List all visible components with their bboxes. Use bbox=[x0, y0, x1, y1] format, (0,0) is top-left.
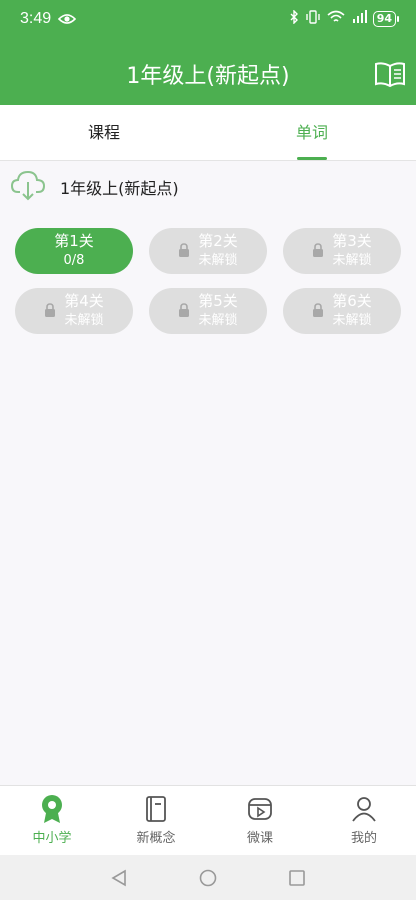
level-grid: 第1关 0/8 第2关 未解锁 第3关 未解锁 第4关 未解锁 第5关 未解锁 第6关 未解锁 bbox=[15, 228, 401, 334]
level-text: 第4关未解锁 bbox=[64, 292, 104, 330]
tab-course[interactable]: 课程 bbox=[0, 105, 208, 160]
notebook-icon bbox=[146, 796, 166, 822]
level-button[interactable]: 第4关未解锁 bbox=[15, 288, 133, 334]
lock-icon bbox=[44, 302, 56, 321]
level-name: 第2关 bbox=[198, 232, 238, 250]
level-status: 未解锁 bbox=[332, 253, 372, 268]
level-button[interactable]: 第6关未解锁 bbox=[283, 288, 401, 334]
status-time: 3:49 bbox=[20, 10, 52, 27]
level-name: 第6关 bbox=[332, 292, 372, 310]
level-text: 第6关未解锁 bbox=[332, 292, 372, 330]
nav-primary-school[interactable]: 中小学 bbox=[0, 786, 104, 856]
level-button[interactable]: 第2关未解锁 bbox=[149, 228, 267, 274]
tab-words-label: 单词 bbox=[295, 123, 328, 142]
nav-label: 我的 bbox=[350, 831, 377, 846]
home-icon[interactable] bbox=[199, 869, 217, 887]
lock-icon bbox=[312, 242, 324, 261]
level-status: 未解锁 bbox=[198, 313, 238, 328]
tab-indicator bbox=[297, 157, 327, 160]
level-status: 未解锁 bbox=[332, 313, 372, 328]
level-button[interactable]: 第1关 0/8 bbox=[15, 228, 133, 274]
badge-icon bbox=[42, 795, 62, 823]
level-text: 第5关未解锁 bbox=[198, 292, 238, 330]
nav-label: 新概念 bbox=[136, 831, 176, 846]
signal-icon bbox=[351, 9, 367, 28]
lock-icon bbox=[178, 302, 190, 321]
level-button[interactable]: 第5关未解锁 bbox=[149, 288, 267, 334]
video-icon bbox=[248, 798, 272, 820]
tab-bar: 课程 单词 bbox=[0, 105, 416, 161]
recents-icon[interactable] bbox=[288, 869, 306, 887]
lock-icon bbox=[178, 242, 190, 261]
level-text: 第2关未解锁 bbox=[198, 232, 238, 270]
tab-words[interactable]: 单词 bbox=[208, 105, 416, 160]
page-title: 1年级上(新起点) bbox=[126, 64, 290, 89]
level-status: 未解锁 bbox=[64, 313, 104, 328]
person-icon bbox=[352, 797, 376, 822]
tab-course-label: 课程 bbox=[87, 123, 120, 142]
back-icon[interactable] bbox=[110, 869, 128, 887]
battery-indicator: 94 bbox=[372, 10, 400, 27]
status-bar: 3:49 94 bbox=[0, 0, 416, 40]
eye-icon bbox=[57, 11, 77, 30]
level-status: 0/8 bbox=[63, 253, 85, 268]
book-name: 1年级上(新起点) bbox=[60, 179, 179, 198]
level-text: 第3关未解锁 bbox=[332, 232, 372, 270]
book-icon[interactable] bbox=[374, 60, 406, 92]
system-nav-bar bbox=[0, 855, 416, 900]
level-name: 第5关 bbox=[198, 292, 238, 310]
level-button[interactable]: 第3关未解锁 bbox=[283, 228, 401, 274]
bottom-nav: 中小学 新概念 微课 我的 bbox=[0, 785, 416, 856]
nav-micro-lesson[interactable]: 微课 bbox=[208, 786, 312, 856]
level-name: 第3关 bbox=[332, 232, 372, 250]
wifi-icon bbox=[327, 9, 345, 28]
level-name: 第1关 bbox=[54, 232, 94, 250]
nav-new-concept[interactable]: 新概念 bbox=[104, 786, 208, 856]
level-text: 第1关 0/8 bbox=[54, 232, 94, 270]
cloud-download-icon[interactable] bbox=[10, 168, 46, 206]
level-name: 第4关 bbox=[64, 292, 104, 310]
lock-icon bbox=[312, 302, 324, 321]
nav-label: 中小学 bbox=[32, 831, 72, 846]
bluetooth-icon bbox=[289, 9, 299, 28]
nav-label: 微课 bbox=[246, 831, 273, 846]
level-status: 未解锁 bbox=[198, 253, 238, 268]
vibrate-icon bbox=[305, 9, 321, 28]
nav-mine[interactable]: 我的 bbox=[312, 786, 416, 856]
book-row[interactable]: 1年级上(新起点) bbox=[10, 168, 179, 206]
header-bar: 3:49 94 1年级上(新起点) bbox=[0, 0, 416, 105]
